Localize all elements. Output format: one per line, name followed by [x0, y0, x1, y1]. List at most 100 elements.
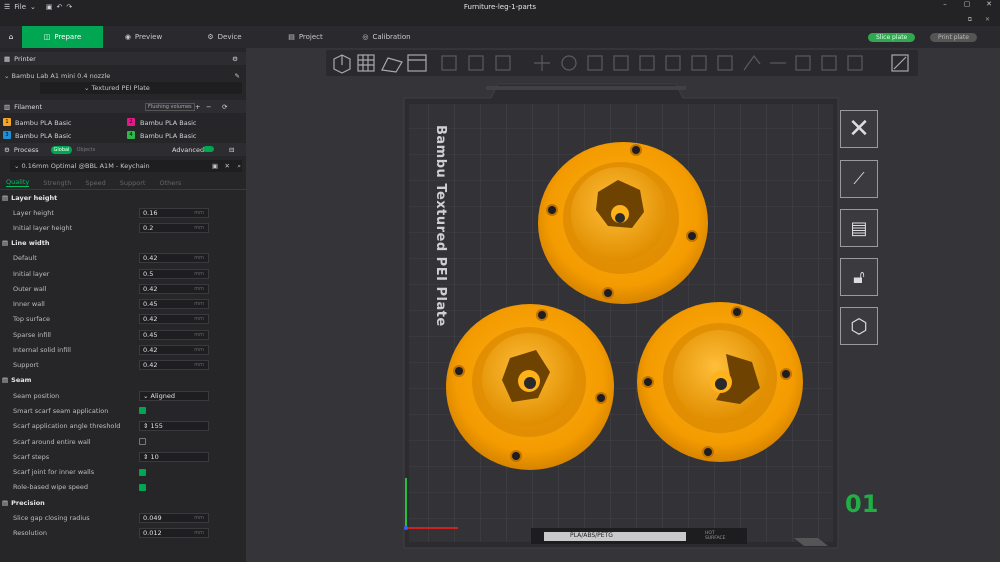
tab-speed[interactable]: Speed — [85, 179, 105, 187]
edit-icon[interactable]: ✎ — [235, 72, 240, 80]
tab-calibration[interactable]: ◎ Calibration — [346, 26, 427, 48]
furniture-leg-part[interactable] — [538, 142, 708, 304]
settings-icon[interactable]: ⚙ — [232, 55, 238, 63]
role-wipe-checkbox[interactable] — [139, 483, 146, 491]
home-icon[interactable]: ⌂ — [0, 26, 22, 48]
param-input[interactable]: 0.42 mm — [139, 360, 209, 371]
scarf-steps-input[interactable]: ⇕ 10 — [139, 451, 209, 462]
search-icon[interactable]: ⌕ — [237, 162, 241, 171]
param-input[interactable]: 0.45 mm — [139, 299, 209, 310]
advanced-switch[interactable] — [203, 146, 214, 152]
plate-layout-icon[interactable] — [407, 54, 427, 72]
hot-surface-label: HOT SURFACE — [705, 531, 726, 541]
tab-strength[interactable]: Strength — [43, 179, 71, 187]
delete-plate-button[interactable]: ✕ — [840, 110, 878, 148]
param-input[interactable]: 0.42 mm — [139, 253, 209, 264]
close-icon[interactable]: ✕ — [225, 162, 230, 170]
compare-icon[interactable]: ⊟ — [229, 146, 234, 154]
furniture-leg-part[interactable] — [637, 302, 803, 462]
remove-icon[interactable]: − — [206, 103, 211, 111]
param-input[interactable]: 0.5 mm — [139, 268, 209, 279]
close-icon[interactable]: ✕ — [978, 0, 1000, 8]
param-unit: mm — [194, 514, 204, 521]
view-settings-icon[interactable] — [891, 54, 909, 72]
seam-paint-icon[interactable] — [717, 55, 733, 71]
slice-plate-button[interactable]: Slice plate — [868, 33, 916, 42]
support-paint-icon[interactable] — [691, 55, 707, 71]
sync-icon[interactable]: ⟳ — [222, 103, 227, 111]
scale-icon[interactable] — [587, 55, 603, 71]
tab-others[interactable]: Others — [159, 179, 181, 187]
assembly-icon[interactable] — [795, 55, 811, 71]
param-line-width: Inner wall 0.45 mm — [0, 296, 246, 311]
arrange-button[interactable]: ▤ — [840, 209, 878, 247]
delete-icon[interactable] — [495, 55, 511, 71]
filament-name[interactable]: Bambu PLA Basic — [15, 119, 72, 127]
text-icon[interactable] — [743, 54, 761, 71]
split-icon[interactable] — [441, 55, 457, 71]
tab-project[interactable]: ▤ Project — [265, 26, 346, 48]
filament-slot-3[interactable]: 3 — [3, 131, 11, 139]
param-input[interactable]: 0.049 mm — [139, 512, 209, 523]
plate-settings-button[interactable]: ⬡ — [840, 307, 878, 345]
rotate-icon[interactable] — [561, 55, 577, 71]
scarf-angle-input[interactable]: ⇕ 155 — [139, 421, 209, 432]
restore-icon[interactable]: ⧉ — [968, 16, 972, 24]
seam-position-select[interactable]: ⌄ Aligned — [139, 390, 209, 401]
grid-arrange-icon[interactable] — [357, 54, 375, 72]
tab-prepare[interactable]: ◫ Prepare — [22, 26, 103, 48]
copy-icon[interactable] — [468, 55, 484, 71]
process-preset-select[interactable]: ⌄ 0.16mm Optimal @BBL A1M - Keychain ▣ ✕… — [10, 160, 242, 172]
param-value: 0.5 — [143, 269, 154, 278]
filament-name[interactable]: Bambu PLA Basic — [140, 132, 197, 140]
param-label: Initial layer height — [13, 223, 73, 232]
tab-device[interactable]: ⚙ Device — [184, 26, 265, 48]
furniture-leg-part[interactable] — [446, 304, 614, 470]
param-value: 0.42 — [143, 346, 158, 355]
filament-slot-2[interactable]: 2 — [127, 118, 135, 126]
add-icon[interactable]: + — [195, 103, 200, 111]
close-doc-icon[interactable]: ✕ — [985, 16, 990, 23]
tab-support[interactable]: Support — [120, 179, 146, 187]
tab-quality[interactable]: Quality — [6, 178, 30, 187]
printer-select[interactable]: ⌄ Bambu Lab A1 mini 0.4 nozzle ✎ — [0, 69, 246, 82]
flushing-volumes-button[interactable]: Flushing volumes — [145, 102, 195, 111]
add-object-icon[interactable] — [333, 54, 351, 74]
param-input[interactable]: 0.42 mm — [139, 345, 209, 356]
param-input[interactable]: 0.42 mm — [139, 283, 209, 294]
svg-icon[interactable] — [847, 55, 863, 71]
scarf-around-wall-checkbox[interactable] — [139, 438, 146, 445]
param-unit: mm — [194, 301, 204, 308]
scarf-inner-walls-checkbox[interactable] — [139, 468, 146, 476]
global-toggle[interactable]: Global — [50, 145, 73, 154]
filament-slot-1[interactable]: 1 — [3, 118, 11, 126]
minimize-icon[interactable]: – — [934, 0, 956, 8]
smart-scarf-checkbox[interactable] — [139, 407, 146, 415]
save-preset-icon[interactable]: ▣ — [212, 162, 218, 170]
maximize-icon[interactable]: ▢ — [956, 0, 978, 8]
param-input[interactable]: 0.45 mm — [139, 329, 209, 340]
emboss-icon[interactable] — [821, 55, 837, 71]
tab-preview[interactable]: ◉ Preview — [103, 26, 184, 48]
param-input[interactable]: 0.42 mm — [139, 314, 209, 325]
auto-orient-button[interactable]: ⟋ — [840, 160, 878, 198]
lock-plate-button[interactable]: 🔓︎ — [840, 258, 878, 296]
filament-name[interactable]: Bambu PLA Basic — [140, 119, 197, 127]
param-value: 0.2 — [143, 223, 154, 232]
filament-name[interactable]: Bambu PLA Basic — [15, 132, 72, 140]
mesh-boolean-icon[interactable] — [665, 55, 681, 71]
auto-orient-icon[interactable] — [381, 57, 403, 73]
print-plate-button[interactable]: Print plate — [930, 33, 977, 42]
plate-select[interactable]: ⌄ Textured PEI Plate — [40, 82, 242, 94]
param-input[interactable]: 0.2 mm — [139, 222, 209, 233]
filament-slot-4[interactable]: 4 — [127, 131, 135, 139]
lay-flat-icon[interactable] — [613, 55, 629, 71]
param-input[interactable]: 0.16 mm — [139, 207, 209, 218]
param-input[interactable]: 0.012 mm — [139, 527, 209, 538]
move-icon[interactable] — [534, 55, 550, 71]
cut-icon[interactable] — [639, 55, 655, 71]
param-unit: mm — [194, 529, 204, 536]
objects-toggle[interactable]: Objects — [76, 147, 95, 153]
param-line-width: Internal solid infill 0.42 mm — [0, 342, 246, 357]
plate-number: 01 — [845, 490, 879, 518]
